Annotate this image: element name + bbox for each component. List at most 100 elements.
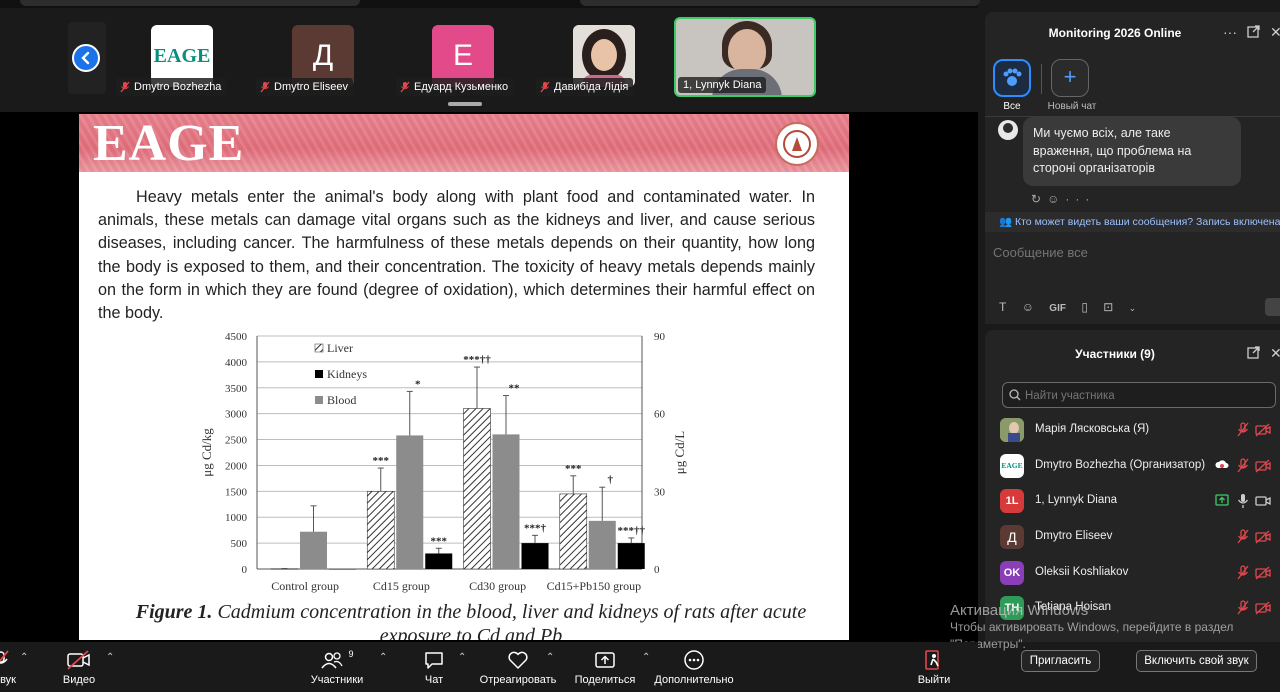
new-chat-button[interactable]: + (1051, 59, 1089, 97)
people-icon: 👥 (999, 216, 1013, 228)
chat-icon (425, 652, 443, 669)
participant-row[interactable]: OK Oleksii Koshliakov (985, 556, 1280, 590)
y-tick-label: 2500 (225, 435, 248, 447)
invite-button[interactable]: Пригласить (1021, 650, 1100, 672)
significance-label: ***†† (463, 354, 491, 366)
bar-liver (559, 493, 588, 570)
popout-icon[interactable] (1247, 25, 1260, 41)
participant-tile[interactable]: Давибіда Лідія (536, 22, 646, 96)
participant-tile[interactable]: EAGE Dmytro Bozhezha (116, 22, 228, 96)
x-tick-label: Cd30 group (469, 579, 526, 593)
x-tick-label: Cd15 group (373, 579, 430, 593)
gif-button[interactable]: GIF (1049, 303, 1066, 314)
avatar: TH (1000, 596, 1024, 620)
participant-name: Oleksii Koshliakov (1035, 566, 1129, 578)
emoji-icon[interactable]: ☺ (1022, 300, 1034, 314)
y-tick-label: 3000 (225, 409, 248, 421)
text-format-icon[interactable]: T (999, 300, 1006, 314)
search-input[interactable] (1025, 387, 1265, 405)
participant-name: Давибіда Лідія (554, 81, 629, 93)
more-icon[interactable]: ··· (1065, 192, 1095, 206)
emoji-reaction-icon[interactable]: ☺ (1047, 192, 1065, 206)
video-off-icon (1255, 459, 1271, 473)
chevron-up-icon[interactable]: ⌃ (458, 652, 466, 663)
y2-tick-label: 90 (654, 331, 666, 343)
chevron-left-icon (72, 44, 100, 72)
participant-name-label: Dmytro Bozhezha (116, 78, 227, 96)
participant-name: 1, Lynnyk Diana (678, 77, 767, 93)
audio-button[interactable]: Звук (0, 646, 16, 690)
bar-blood (588, 520, 616, 569)
chat-visibility-notice[interactable]: 👥 Кто может видеть ваши сообщения? Запис… (985, 212, 1280, 232)
participant-name: Dmytro Eliseev (1035, 530, 1113, 542)
chat-message-input[interactable] (993, 240, 1263, 264)
participant-tile[interactable]: E Едуард Кузьменко (396, 22, 516, 96)
popout-icon[interactable] (1247, 346, 1260, 362)
mic-muted-icon (120, 81, 130, 93)
chevron-up-icon[interactable]: ⌃ (106, 652, 114, 663)
chevron-down-icon[interactable]: ⌄ (1129, 303, 1137, 313)
participant-row[interactable]: Д Dmytro Eliseev (985, 520, 1280, 554)
bar-chart: 0 500 1000 1500 2000 2500 3000 3500 4000 4500 0 30 6… (79, 324, 849, 604)
bar-liver (463, 408, 491, 570)
bar-kidneys (425, 553, 453, 569)
close-icon[interactable]: ✕ (1270, 345, 1280, 362)
participant-strip: EAGE Dmytro Bozhezha Д Dmytro Eliseev E … (0, 0, 980, 112)
more-icon[interactable]: ··· (1223, 24, 1237, 40)
video-button[interactable]: Видео (58, 646, 100, 690)
eage-logo: EAGE (93, 115, 245, 172)
close-icon[interactable]: ✕ (1270, 24, 1280, 41)
significance-label: *** (373, 455, 390, 467)
chevron-up-icon[interactable]: ⌃ (20, 652, 28, 663)
legend-label: Blood (327, 393, 356, 407)
mic-muted-icon (1237, 600, 1249, 615)
bar-blood (396, 435, 424, 569)
chevron-up-icon[interactable]: ⌃ (379, 652, 387, 663)
y2-tick-label: 60 (654, 409, 666, 421)
more-label: Дополнительно (654, 674, 734, 686)
chevron-up-icon[interactable]: ⌃ (642, 652, 650, 663)
chat-tab-all[interactable] (993, 59, 1031, 97)
chat-button[interactable]: Чат (418, 646, 450, 690)
chat-panel: Monitoring 2026 Online ··· ✕ Все + Новый… (985, 12, 1280, 324)
send-icon[interactable] (1265, 298, 1280, 316)
chevron-up-icon[interactable]: ⌃ (546, 652, 554, 663)
university-seal-icon (775, 122, 819, 166)
avatar: 1L (1000, 489, 1024, 513)
slide-banner: EAGE (79, 114, 849, 172)
participant-tile[interactable]: Д Dmytro Eliseev (256, 22, 356, 96)
strip-resize-handle[interactable] (448, 102, 482, 106)
video-icon (1255, 496, 1271, 506)
bar-kidneys (521, 543, 549, 569)
mic-muted-icon (400, 81, 410, 93)
leave-button[interactable]: Выйти (914, 646, 954, 690)
participant-row[interactable]: Марія Лясковська (Я) (985, 413, 1280, 447)
video-off-icon (1255, 530, 1271, 544)
participant-row[interactable]: 1L 1, Lynnyk Diana (985, 484, 1280, 518)
chat-message[interactable]: Ми чуємо всіх, але таке враження, що про… (1023, 117, 1241, 186)
participants-button[interactable]: 9 Участники (306, 646, 368, 690)
more-icon (684, 650, 704, 670)
participant-row[interactable]: TH Tetiana Hoisan (985, 591, 1280, 625)
video-off-icon (1255, 423, 1271, 437)
participant-search[interactable] (1002, 382, 1276, 408)
participant-row[interactable]: EAGE Dmytro Bozhezha (Организатор) (985, 449, 1280, 483)
screenshot-icon[interactable]: ⊡ (1103, 300, 1113, 314)
y-tick-label: 4500 (225, 331, 248, 343)
chat-label: Чат (424, 674, 444, 686)
more-button[interactable]: Дополнительно (652, 646, 736, 690)
avatar: OK (1000, 561, 1024, 585)
unmute-self-button[interactable]: Включить свой звук (1136, 650, 1257, 672)
video-off-icon (1255, 566, 1271, 580)
reply-icon[interactable]: ↻ (1031, 192, 1047, 206)
participants-count: 9 (348, 649, 354, 659)
avatar: EAGE (1000, 454, 1024, 478)
bar-blood (300, 531, 327, 569)
active-speaker-tile[interactable]: 1, Lynnyk Diana (674, 17, 816, 97)
bar-blood (492, 434, 520, 569)
share-button[interactable]: Поделиться (574, 646, 636, 690)
strip-prev-button[interactable] (68, 22, 106, 94)
y-tick-label: 2000 (225, 460, 248, 472)
chat-title: Monitoring 2026 Online (1048, 26, 1182, 40)
file-icon[interactable]: ▯ (1081, 300, 1088, 314)
